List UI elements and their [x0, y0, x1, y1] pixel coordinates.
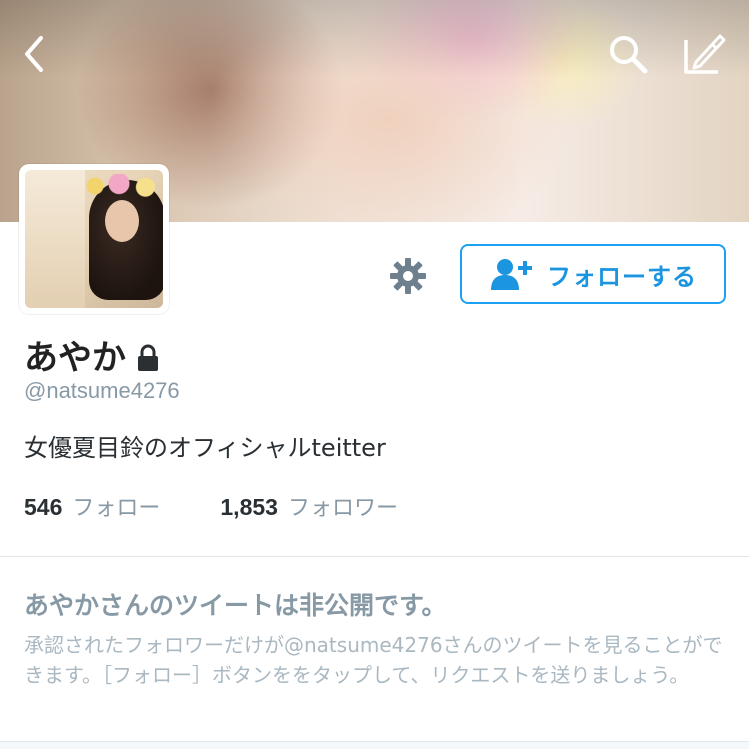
profile-handle: @natsume4276	[24, 378, 180, 403]
compose-icon	[684, 34, 726, 74]
followers-count[interactable]: 1,853 フォロワー	[220, 490, 398, 522]
search-icon	[610, 36, 648, 74]
profile-bio: 女優夏目鈴のオフィシャルteitter	[24, 434, 386, 462]
follow-button-label: フォローする	[547, 262, 697, 291]
following-count[interactable]: 546 フォロー	[24, 490, 160, 522]
back-button[interactable]	[12, 30, 56, 78]
bottom-edge	[0, 741, 749, 749]
following-number: 546	[24, 494, 63, 520]
followers-number: 1,853	[220, 494, 278, 520]
follow-button[interactable]: フォローする	[460, 244, 726, 304]
compose-button[interactable]	[682, 30, 726, 78]
add-user-icon	[491, 259, 532, 290]
gear-icon	[390, 258, 426, 294]
chevron-left-icon	[25, 36, 43, 72]
protected-notice-title: あやかさんのツイートは非公開です。	[24, 591, 447, 620]
lock-icon	[136, 342, 160, 372]
profile-name-row: あやか	[24, 330, 160, 379]
protected-notice-body: 承認されたフォロワーだけが@natsume4276さんのツイートを見ることができ…	[24, 633, 723, 687]
profile-name: あやか	[24, 338, 126, 378]
settings-button[interactable]	[386, 254, 430, 298]
following-label: フォロー	[72, 496, 161, 521]
divider	[0, 556, 749, 557]
search-button[interactable]	[606, 30, 650, 78]
avatar-photo	[25, 170, 163, 308]
followers-label: フォロワー	[287, 496, 398, 521]
profile-stats: 546 フォロー 1,853 フォロワー	[24, 490, 398, 522]
avatar[interactable]	[19, 164, 169, 314]
